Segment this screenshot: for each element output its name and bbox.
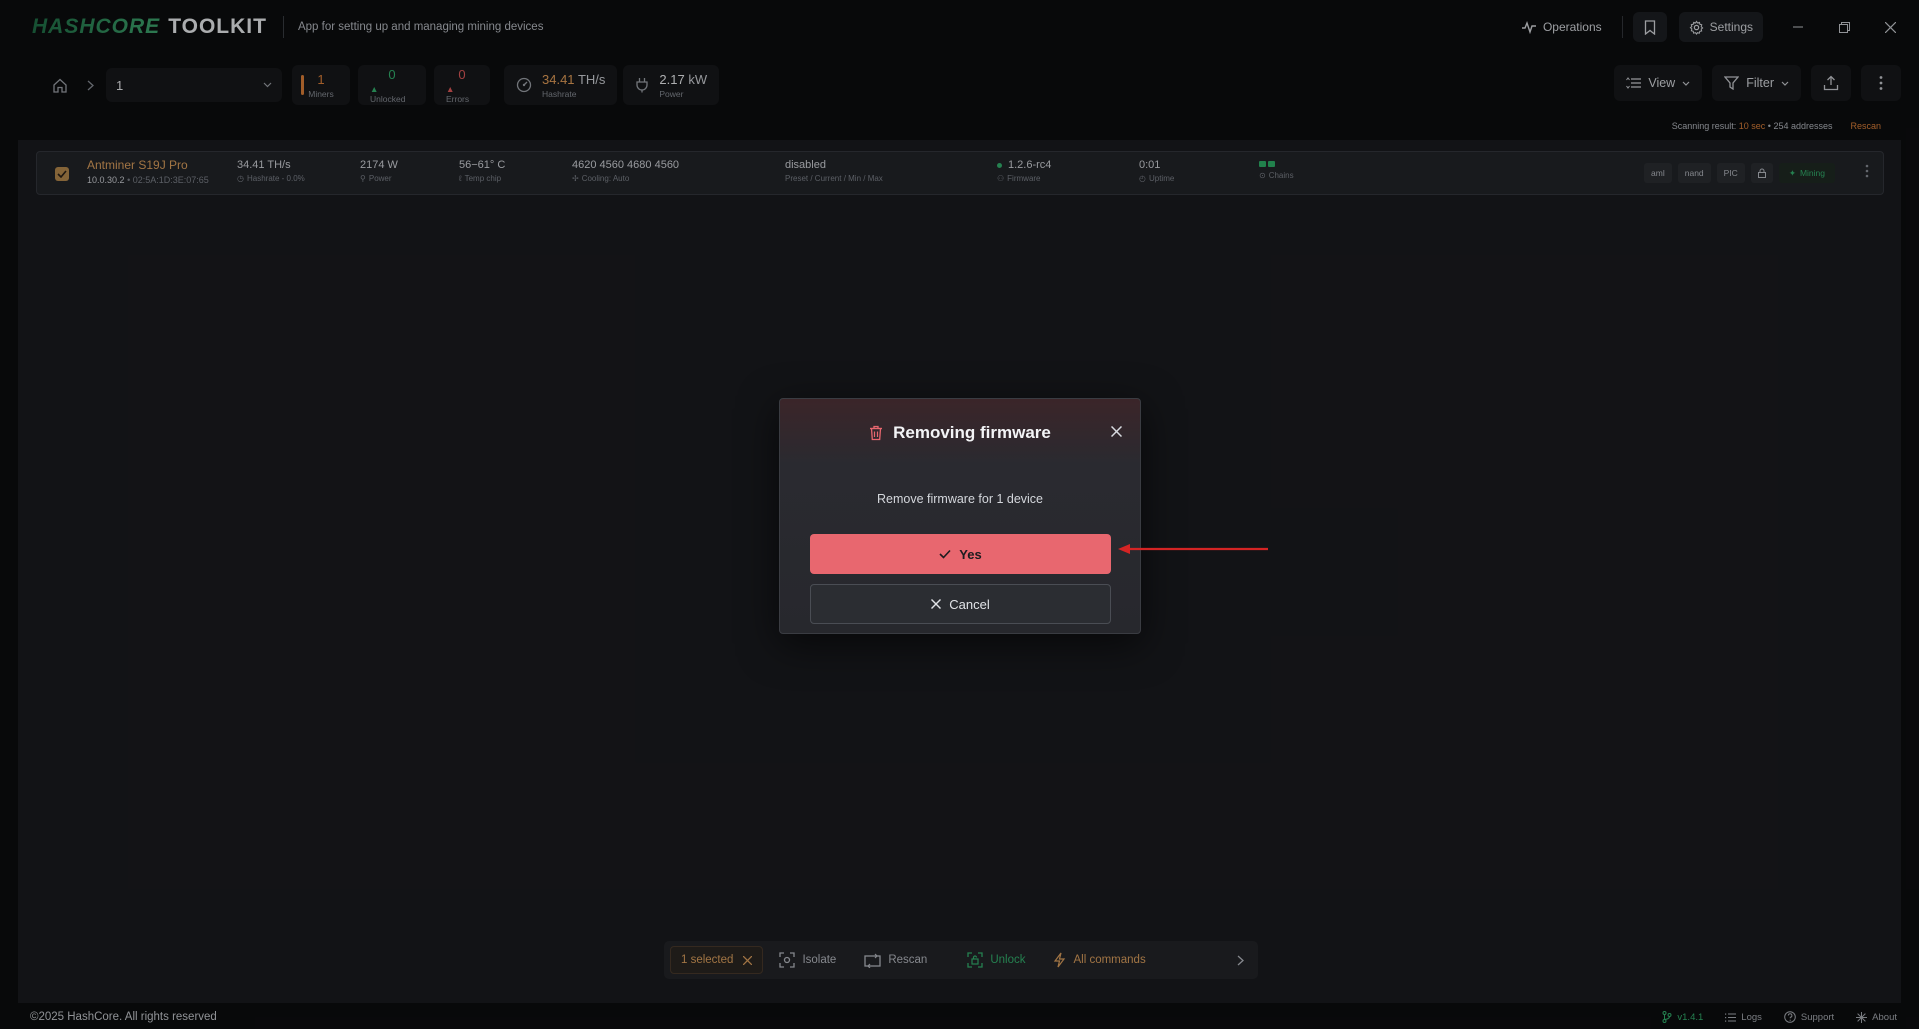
close-icon: [931, 599, 942, 609]
dialog-title: Removing firmware: [893, 423, 1051, 442]
confirm-yes-button[interactable]: Yes: [810, 534, 1111, 574]
remove-firmware-dialog: Removing firmware Remove firmware for 1 …: [779, 398, 1141, 634]
check-icon: [939, 549, 951, 559]
trash-icon: [869, 425, 883, 441]
annotation-arrow: [1118, 543, 1270, 555]
yes-label: Yes: [959, 546, 982, 562]
close-icon: [1111, 426, 1122, 437]
dialog-message: Remove firmware for 1 device: [876, 492, 1044, 506]
cancel-button[interactable]: Cancel: [810, 584, 1111, 624]
dialog-close-button[interactable]: [1111, 426, 1122, 437]
dialog-header: Removing firmware: [780, 423, 1140, 443]
cancel-label: Cancel: [949, 596, 990, 612]
